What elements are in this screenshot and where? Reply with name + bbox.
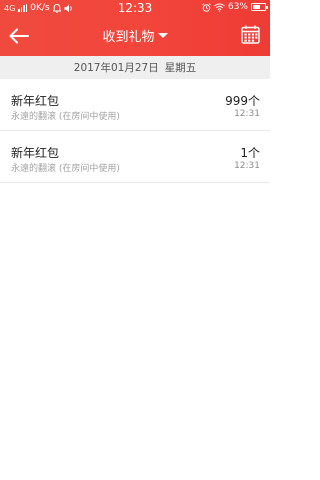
battery-level bbox=[253, 5, 260, 9]
list-item[interactable]: 新年红包 永遠的翻滚 (在房间中使用) 999个 12:31 bbox=[0, 79, 270, 131]
gift-time: 12:31 bbox=[234, 109, 260, 119]
gift-name: 新年红包 bbox=[11, 146, 60, 160]
alarm-clock-icon bbox=[202, 2, 211, 12]
weekday-text: 星期五 bbox=[164, 62, 197, 74]
chevron-down-icon bbox=[157, 33, 168, 38]
status-bar: 4G 0K/s 12:33 63% bbox=[0, 0, 270, 17]
date-text: 2017年01月27日 bbox=[73, 62, 159, 74]
list-item[interactable]: 新年红包 永遠的翻滚 (在房间中使用) 1个 12:31 bbox=[0, 131, 270, 183]
gift-time: 12:31 bbox=[234, 161, 260, 171]
screen: 4G 0K/s 12:33 63% 收到礼物 2017年01月27日 星期五 新… bbox=[0, 0, 270, 480]
gift-description: 永遠的翻滚 (在房间中使用) bbox=[11, 164, 120, 174]
gift-name: 新年红包 bbox=[11, 94, 60, 108]
calendar-icon[interactable] bbox=[241, 25, 260, 44]
battery-percent: 63% bbox=[227, 2, 248, 12]
title-dropdown[interactable]: 收到礼物 bbox=[0, 26, 270, 45]
gift-count: 999个 bbox=[225, 94, 260, 108]
gift-list: 新年红包 永遠的翻滚 (在房间中使用) 999个 12:31 新年红包 永遠的翻… bbox=[0, 79, 270, 183]
status-right: 63% bbox=[202, 2, 268, 12]
gift-description: 永遠的翻滚 (在房间中使用) bbox=[11, 112, 120, 122]
date-header: 2017年01月27日 星期五 bbox=[0, 56, 270, 79]
battery-icon bbox=[251, 3, 268, 11]
wifi-icon bbox=[214, 3, 225, 12]
gift-count: 1个 bbox=[240, 146, 260, 160]
page-title: 收到礼物 bbox=[102, 30, 155, 45]
